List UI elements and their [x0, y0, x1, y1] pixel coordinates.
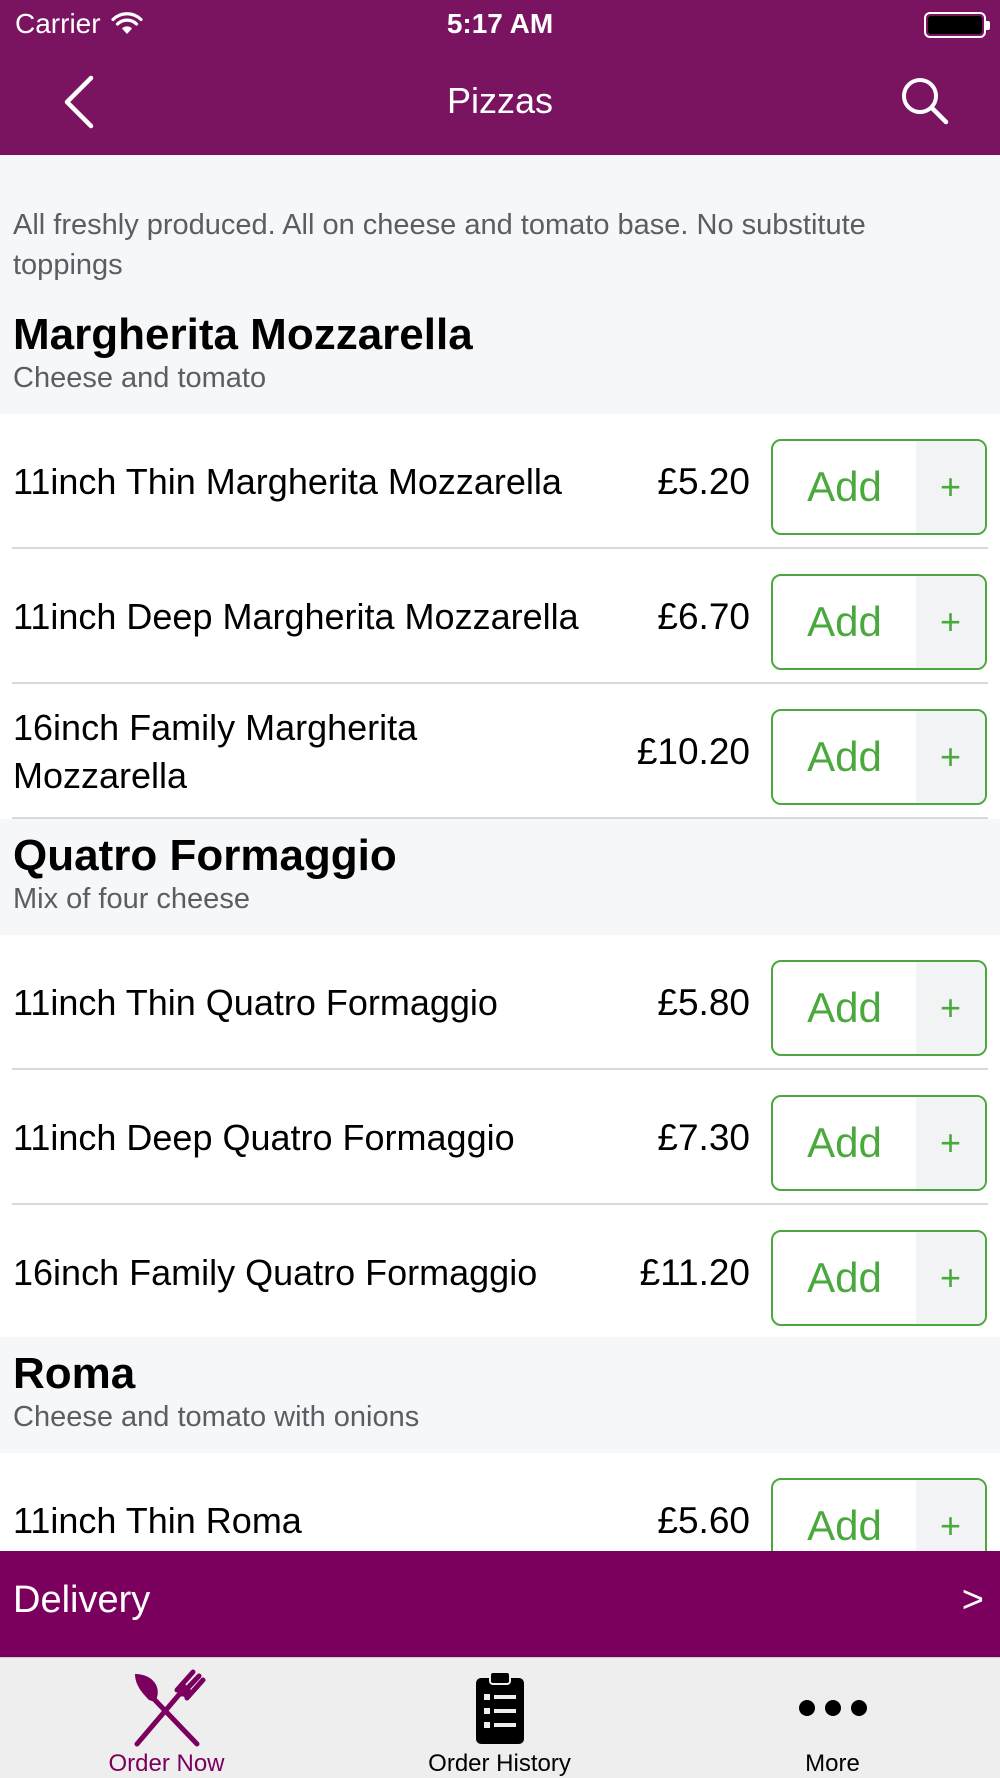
add-button[interactable]: Add +: [771, 960, 987, 1056]
item-price: £7.30: [657, 1116, 750, 1158]
menu-item[interactable]: 11inch Thin Roma £5.60 Add +: [0, 1453, 1000, 1551]
category-intro: All freshly produced. All on cheese and …: [13, 209, 866, 281]
clipboard-list-icon: [475, 1671, 524, 1744]
plus-icon: +: [916, 1480, 985, 1551]
delivery-label: Delivery: [13, 1579, 151, 1621]
tab-bar: Order Now Order History More: [0, 1657, 1000, 1778]
tab-order-history[interactable]: Order History: [333, 1658, 666, 1778]
item-price: £5.20: [657, 460, 750, 502]
plus-icon: +: [916, 962, 985, 1054]
add-label: Add: [807, 463, 882, 510]
battery-icon: [924, 12, 990, 38]
menu-item[interactable]: 16inch Family Margherita Mozzarella £10.…: [0, 684, 1000, 819]
page-title: Pizzas: [446, 80, 554, 121]
section-title: Margherita Mozzarella: [13, 310, 473, 359]
fork-knife-icon: [134, 1669, 205, 1747]
status-bar: Carrier 5:17 AM: [0, 0, 1000, 50]
section-header: Quatro Formaggio Mix of four cheese: [0, 819, 1000, 935]
menu-list[interactable]: All freshly produced. All on cheese and …: [0, 155, 1000, 1551]
add-label: Add: [807, 598, 882, 645]
section-title: Quatro Formaggio: [13, 831, 397, 880]
tab-order-now[interactable]: Order Now: [0, 1658, 333, 1778]
plus-icon: +: [916, 441, 985, 533]
menu-item[interactable]: 11inch Deep Margherita Mozzarella £6.70 …: [0, 549, 1000, 684]
item-price: £10.20: [636, 730, 750, 772]
tab-label: Order History: [428, 1750, 571, 1777]
add-button[interactable]: Add +: [771, 439, 987, 535]
add-button[interactable]: Add +: [771, 574, 987, 670]
item-name: 16inch Family Quatro Formaggio: [13, 1251, 538, 1293]
item-name: 11inch Deep Quatro Formaggio: [13, 1116, 515, 1158]
more-dots-icon: [798, 1700, 867, 1716]
menu-item[interactable]: 16inch Family Quatro Formaggio £11.20 Ad…: [0, 1205, 1000, 1340]
item-name: 16inch Family Margherita Mozzarella: [13, 706, 418, 796]
chevron-right-icon: >: [961, 1579, 984, 1621]
add-label: Add: [807, 733, 882, 780]
menu-item[interactable]: 11inch Deep Quatro Formaggio £7.30 Add +: [0, 1070, 1000, 1205]
item-name: 11inch Thin Quatro Formaggio: [13, 981, 498, 1023]
add-label: Add: [807, 984, 882, 1031]
add-button[interactable]: Add +: [771, 1478, 987, 1551]
item-name: 11inch Thin Roma: [13, 1499, 302, 1541]
item-price: £11.20: [639, 1251, 750, 1293]
section-header: Roma Cheese and tomato with onions: [0, 1337, 1000, 1453]
item-price: £5.80: [657, 981, 750, 1023]
menu-item[interactable]: 11inch Thin Margherita Mozzarella £5.20 …: [0, 414, 1000, 549]
item-name: 11inch Thin Margherita Mozzarella: [13, 460, 562, 502]
section-title: Roma: [13, 1349, 136, 1398]
add-label: Add: [807, 1254, 882, 1301]
plus-icon: +: [916, 1097, 985, 1189]
plus-icon: +: [916, 576, 985, 668]
menu-item[interactable]: 11inch Thin Quatro Formaggio £5.80 Add +: [0, 935, 1000, 1070]
section-description: Mix of four cheese: [13, 883, 250, 915]
search-icon[interactable]: [898, 74, 952, 128]
nav-bar: Pizzas: [0, 50, 1000, 155]
section-description: Cheese and tomato: [13, 362, 267, 394]
item-name: 11inch Deep Margherita Mozzarella: [13, 595, 579, 637]
section-header: Margherita Mozzarella Cheese and tomato: [0, 298, 1000, 414]
plus-icon: +: [916, 711, 985, 803]
add-label: Add: [807, 1502, 882, 1549]
add-button[interactable]: Add +: [771, 1095, 987, 1191]
add-button[interactable]: Add +: [771, 1230, 987, 1326]
clock: 5:17 AM: [446, 8, 554, 39]
tab-label: More: [805, 1750, 860, 1777]
add-button[interactable]: Add +: [771, 709, 987, 805]
tab-more[interactable]: More: [666, 1658, 999, 1778]
tab-label: Order Now: [108, 1750, 225, 1777]
item-price: £5.60: [657, 1499, 750, 1541]
delivery-bar[interactable]: Delivery >: [0, 1551, 1000, 1657]
section-description: Cheese and tomato with onions: [13, 1401, 420, 1433]
plus-icon: +: [916, 1232, 985, 1324]
item-price: £6.70: [657, 595, 750, 637]
add-label: Add: [807, 1119, 882, 1166]
